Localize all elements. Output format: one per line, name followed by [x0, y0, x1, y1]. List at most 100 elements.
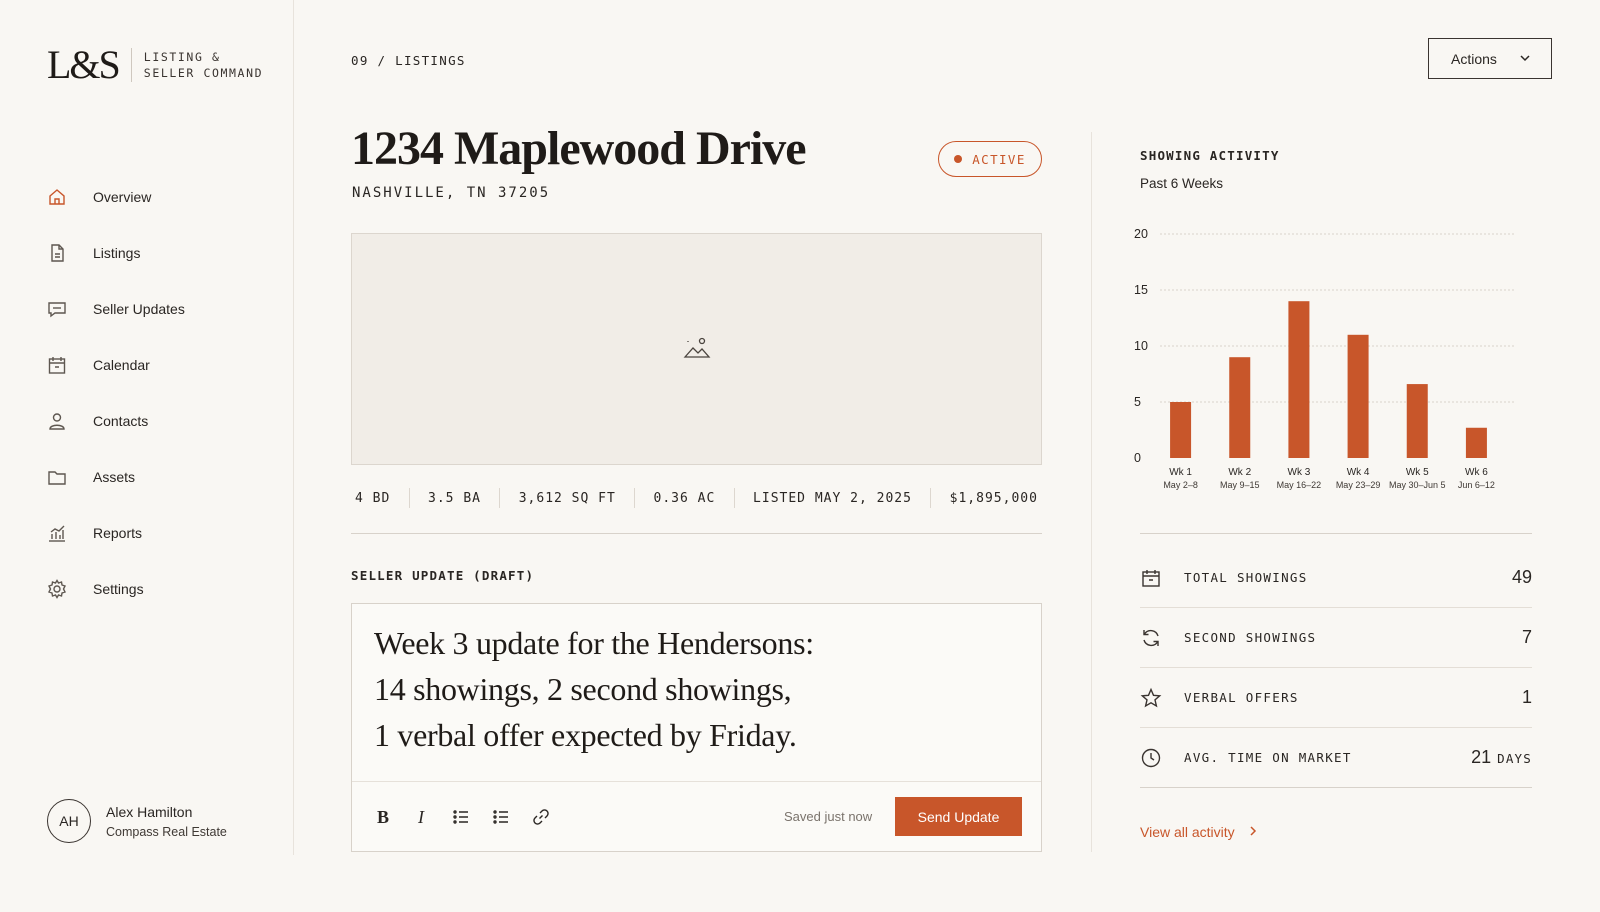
- stat-label: SECOND SHOWINGS: [1184, 630, 1317, 645]
- user-org: Compass Real Estate: [106, 825, 227, 839]
- x-tick-sublabel: May 16–22: [1277, 480, 1322, 490]
- sidebar-item-settings[interactable]: Settings: [47, 578, 277, 600]
- x-tick-sublabel: Jun 6–12: [1458, 480, 1495, 490]
- sidebar-item-overview[interactable]: Overview: [47, 186, 277, 208]
- sidebar-item-label: Listings: [93, 245, 141, 261]
- fact-baths: 3.5 BA: [428, 490, 481, 506]
- stat-second-showings: SECOND SHOWINGS 7: [1140, 608, 1532, 668]
- sidebar-item-listings[interactable]: Listings: [47, 242, 277, 264]
- page-title: 1234 Maplewood Drive: [351, 122, 807, 175]
- x-tick-sublabel: May 2–8: [1163, 480, 1198, 490]
- y-tick-label: 5: [1134, 395, 1141, 409]
- bold-button[interactable]: B: [372, 806, 394, 828]
- status-dot: [954, 155, 963, 163]
- y-tick-label: 15: [1134, 283, 1148, 297]
- italic-button[interactable]: I: [410, 806, 432, 828]
- brand-name: LISTING & SELLER COMMAND: [143, 50, 264, 80]
- fact-divider: [733, 488, 735, 508]
- clock-icon: [1140, 747, 1162, 769]
- stat-value: 49: [1511, 567, 1532, 587]
- fact-acres: 0.36 AC: [653, 490, 716, 506]
- message-icon: [47, 299, 67, 319]
- x-tick-sublabel: May 9–15: [1220, 480, 1260, 490]
- user-info: Alex Hamilton Compass Real Estate: [106, 803, 227, 839]
- x-tick-sublabel: May 23–29: [1336, 480, 1381, 490]
- sidebar-item-seller-updates[interactable]: Seller Updates: [47, 298, 277, 320]
- stat-label: VERBAL OFFERS: [1184, 690, 1299, 705]
- bar: [1347, 334, 1369, 458]
- fact-divider: [634, 488, 636, 508]
- editor-line: 1 verbal offer expected by Friday.: [374, 717, 797, 753]
- fact-beds: 4 BD: [355, 490, 391, 506]
- seller-update-editor[interactable]: Week 3 update for the Hendersons: 14 sho…: [351, 603, 1042, 852]
- activity-title: SHOWING ACTIVITY: [1140, 148, 1280, 163]
- fact-price: $1,895,000: [949, 490, 1038, 506]
- fact-divider: [499, 488, 501, 508]
- listing-photo[interactable]: [351, 233, 1042, 465]
- stat-label: AVG. TIME ON MARKET: [1184, 750, 1352, 765]
- chevron-down-icon: [1519, 51, 1531, 67]
- stat-value: 7: [1521, 627, 1532, 647]
- editor-line: 14 showings, 2 second showings,: [374, 671, 792, 707]
- numbered-list-icon[interactable]: [490, 806, 512, 828]
- listing-address: NASHVILLE, TN 37205: [352, 185, 551, 201]
- draft-label: SELLER UPDATE (DRAFT): [351, 568, 535, 583]
- view-all-activity-link[interactable]: View all activity: [1140, 824, 1259, 840]
- y-tick-label: 20: [1134, 227, 1148, 241]
- status-badge: ACTIVE: [938, 141, 1042, 177]
- stat-label: TOTAL SHOWINGS: [1184, 570, 1308, 585]
- star-icon: [1140, 687, 1162, 709]
- x-tick-sublabel: May 30–Jun 5: [1389, 480, 1446, 490]
- gear-icon: [47, 579, 67, 599]
- save-status: Saved just now: [784, 809, 873, 824]
- image-icon: [683, 333, 711, 366]
- stat-value: 1: [1521, 687, 1532, 707]
- bar: [1465, 427, 1487, 458]
- stat-total-showings: TOTAL SHOWINGS 49: [1140, 548, 1532, 608]
- breadcrumb: 09 / LISTINGS: [351, 53, 466, 68]
- brand-divider: [130, 48, 132, 82]
- editor-line: Week 3 update for the Hendersons:: [374, 625, 814, 661]
- x-tick-label: Wk 2: [1228, 467, 1251, 478]
- sidebar: L&S LISTING & SELLER COMMAND Overview Li…: [0, 0, 294, 855]
- bullet-list-icon[interactable]: [450, 806, 472, 828]
- bar: [1406, 384, 1428, 458]
- sidebar-item-label: Assets: [93, 469, 136, 485]
- actions-dropdown[interactable]: Actions: [1428, 38, 1552, 79]
- x-tick-label: Wk 6: [1465, 467, 1488, 478]
- calendar-icon: [1140, 567, 1162, 589]
- sidebar-item-reports[interactable]: Reports: [47, 522, 277, 544]
- x-tick-label: Wk 1: [1169, 467, 1192, 478]
- listing-facts: 4 BD 3.5 BA 3,612 SQ FT 0.36 AC LISTED M…: [351, 486, 1042, 510]
- sidebar-item-calendar[interactable]: Calendar: [47, 354, 277, 376]
- brand-logo: L&S: [47, 42, 121, 87]
- user-name: Alex Hamilton: [106, 804, 193, 820]
- send-update-button[interactable]: Send Update: [895, 797, 1022, 836]
- activity-subtitle: Past 6 Weeks: [1140, 176, 1224, 191]
- folder-icon: [47, 467, 67, 487]
- sidebar-item-contacts[interactable]: Contacts: [47, 410, 277, 432]
- sidebar-item-label: Calendar: [93, 357, 150, 373]
- user-profile[interactable]: AH Alex Hamilton Compass Real Estate: [47, 799, 227, 843]
- y-tick-label: 0: [1134, 451, 1141, 465]
- column-divider: [1091, 132, 1092, 852]
- sidebar-item-assets[interactable]: Assets: [47, 466, 277, 488]
- showing-activity-chart: 0 5 10 15 20 Wk 1 May 2–8 Wk 2 May 9–15 Wk 3 May 1…: [1134, 227, 1515, 490]
- sidebar-item-label: Contacts: [93, 413, 149, 429]
- stat-avg-time-on-market: AVG. TIME ON MARKET 21 DAYS: [1140, 728, 1532, 788]
- chevron-right-icon: [1235, 824, 1259, 840]
- editor-content[interactable]: Week 3 update for the Hendersons: 14 sho…: [374, 620, 1014, 758]
- sidebar-item-label: Overview: [93, 189, 152, 205]
- calendar-icon: [47, 355, 67, 375]
- stat-unit: DAYS: [1497, 751, 1532, 766]
- person-icon: [47, 411, 67, 431]
- bar: [1288, 301, 1310, 458]
- y-tick-label: 10: [1134, 339, 1148, 353]
- view-all-label: View all activity: [1140, 824, 1235, 840]
- link-icon[interactable]: [530, 806, 552, 828]
- brand[interactable]: L&S LISTING & SELLER COMMAND: [47, 45, 263, 85]
- x-tick-label: Wk 3: [1288, 467, 1311, 478]
- sidebar-nav: Overview Listings Seller Updates Calenda…: [47, 186, 277, 634]
- document-icon: [47, 243, 67, 263]
- refresh-icon: [1140, 627, 1162, 649]
